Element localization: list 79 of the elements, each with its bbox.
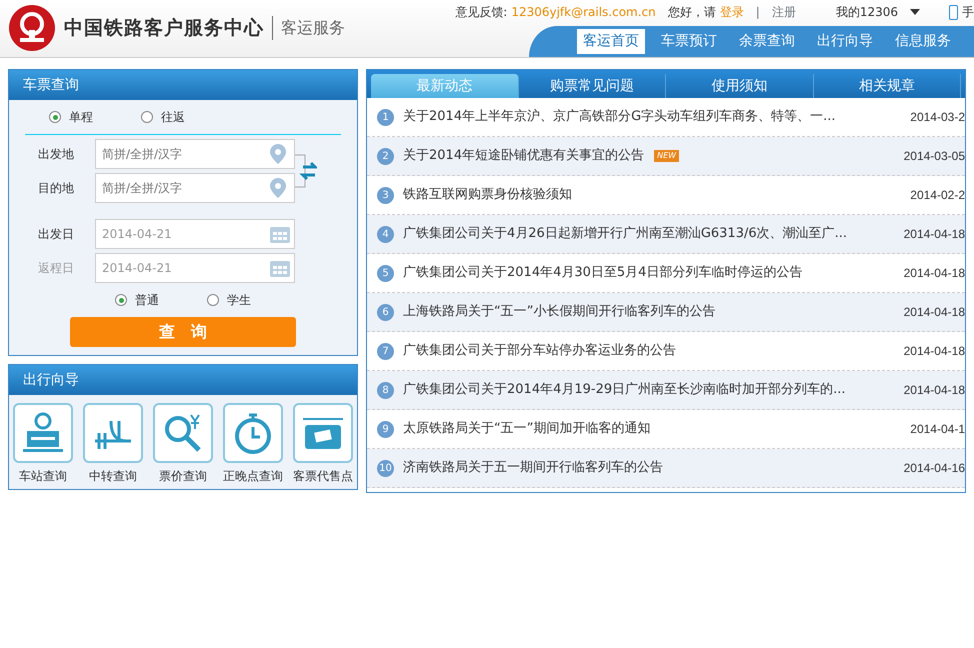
field-label: 目的地	[37, 180, 75, 197]
separator-text: |	[756, 4, 760, 21]
number-badge: 6	[377, 304, 394, 320]
site-subtitle: 客运服务	[272, 16, 345, 40]
news-title-link[interactable]: 广铁集团公司关于部分车站停办客运业务的公告	[403, 341, 676, 361]
number-badge: 4	[377, 226, 394, 242]
guide-tile-button[interactable]	[293, 403, 353, 463]
panel-title: 出行向导	[9, 365, 357, 395]
news-title-link[interactable]: 广铁集团公司关于2014年4月19-29日广州南至长沙南临时加开部分列车的...	[403, 380, 846, 400]
station-field[interactable]: 简拼/全拼/汉字	[100, 144, 270, 164]
news-date: 2014-03-05	[904, 148, 965, 164]
news-title-link[interactable]: 关于2014年短途卧铺优惠有关事宜的公告	[403, 146, 644, 166]
news-title-link[interactable]: 铁路互联网购票身份核验须知	[403, 185, 572, 205]
radio-option[interactable]: 往返	[141, 108, 185, 126]
station-picker[interactable]: 简拼/全拼/汉字	[95, 173, 295, 203]
radio-option[interactable]: 学生	[207, 291, 251, 309]
news-date: 2014-04-18	[904, 343, 965, 359]
calendar-icon	[270, 225, 290, 243]
news-date: 2014-04-16	[904, 460, 965, 476]
news-tab[interactable]: 相关规章	[814, 74, 961, 98]
location-pin-icon	[270, 178, 286, 198]
field-label: 出发地	[37, 146, 75, 163]
railway-logo	[8, 4, 56, 52]
news-date: 2014-04-18	[904, 265, 965, 281]
guide-label[interactable]: 车站查询	[19, 467, 67, 485]
number-badge: 1	[377, 108, 394, 126]
news-title-link[interactable]: 太原铁路局关于“五一”期间加开临客的通知	[403, 419, 650, 439]
feedback-label: 意见反馈:	[455, 4, 508, 21]
news-date: 2014-04-1	[910, 421, 965, 437]
news-title-link[interactable]: 上海铁路局关于“五一”小长假期间开行临客列车的公告	[403, 302, 716, 322]
news-date: 2014-04-18	[904, 226, 965, 242]
my-account-menu[interactable]: 我的12306	[836, 3, 898, 21]
new-tag: NEW	[654, 150, 680, 162]
nav-tab[interactable]: 余票查询	[733, 29, 801, 54]
news-title-link[interactable]: 关于2014年上半年京沪、京广高铁部分G字头动车组列车商务、特等、一...	[403, 107, 836, 127]
number-badge: 2	[377, 148, 394, 164]
nav-tab[interactable]: 车票预订	[655, 29, 723, 54]
news-title-link[interactable]: 济南铁路局关于五一期间开行临客列车的公告	[403, 458, 663, 478]
guide-label[interactable]: 中转查询	[89, 467, 137, 485]
caret-icon	[910, 9, 920, 15]
guide-label[interactable]: 票价查询	[159, 467, 207, 485]
station-field[interactable]: 简拼/全拼/汉字	[100, 178, 270, 198]
site-title: 中国铁路客户服务中心	[64, 16, 264, 41]
nav-tab[interactable]: 信息服务	[889, 29, 957, 54]
field-label: 出发日	[37, 226, 75, 243]
guide-tile-button[interactable]	[223, 403, 283, 463]
guide-tile-button[interactable]	[13, 403, 73, 463]
news-date: 2014-04-18	[904, 304, 965, 320]
number-badge: 10	[377, 460, 394, 476]
station-picker[interactable]: 简拼/全拼/汉字	[95, 139, 295, 169]
phone-icon	[949, 4, 958, 20]
field-label: 返程日	[37, 260, 75, 277]
nav-tab[interactable]: 出行向导	[811, 29, 879, 54]
calendar-icon	[270, 259, 290, 277]
news-date: 2014-04-18	[904, 382, 965, 398]
number-badge: 3	[377, 186, 394, 204]
radio-option[interactable]: 单程	[49, 108, 93, 126]
number-badge: 9	[377, 420, 394, 438]
news-tab[interactable]: 购票常见问题	[518, 74, 666, 98]
guide-label[interactable]: 客票代售点	[293, 467, 353, 485]
news-title-link[interactable]: 广铁集团公司关于2014年4月30日至5月4日部分列车临时停运的公告	[403, 263, 802, 283]
radio-option[interactable]: 普通	[115, 291, 159, 309]
station-icon	[21, 411, 65, 455]
number-badge: 8	[377, 382, 394, 398]
guide-label[interactable]: 正晚点查询	[223, 467, 283, 485]
location-pin-icon	[270, 144, 286, 164]
greeting-text: 您好，请	[668, 4, 716, 21]
panel-title: 车票查询	[9, 70, 357, 100]
mobile-link[interactable]: 手	[962, 3, 974, 21]
news-date: 2014-02-2	[910, 187, 965, 203]
register-link[interactable]: 注册	[772, 3, 796, 21]
nav-tab[interactable]: 客运首页	[577, 29, 645, 54]
number-badge: 7	[377, 342, 394, 360]
news-title-link[interactable]: 广铁集团公司关于4月26日起新增开行广州南至潮汕G6313/6次、潮汕至广...	[403, 224, 848, 244]
guide-tile-button[interactable]	[83, 403, 143, 463]
news-date: 2014-03-2	[910, 109, 965, 125]
guide-tile-button[interactable]	[153, 403, 213, 463]
news-tab[interactable]: 使用须知	[666, 74, 814, 98]
number-badge: 5	[377, 264, 394, 282]
